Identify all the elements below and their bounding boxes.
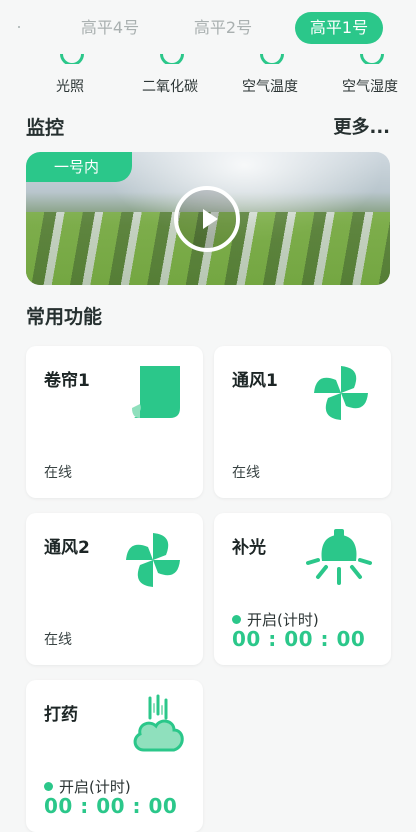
sensor-label: 二氧化碳 <box>142 79 198 95</box>
function-card-grow-light[interactable]: 补光 开启(计时) 00 : 00 : 00 <box>214 513 391 665</box>
card-timer: 00 : 00 : 00 <box>44 794 178 818</box>
card-title: 通风1 <box>232 371 278 391</box>
sensor-air-humidity[interactable]: 空气湿度 <box>318 54 416 96</box>
more-link[interactable]: 更多... <box>333 113 390 139</box>
air-temperature-icon <box>256 54 284 64</box>
function-card-ventilation-1[interactable]: 通风1 在线 <box>214 346 391 498</box>
sensor-label: 空气温度 <box>242 79 298 95</box>
overflow-indicator <box>18 26 20 28</box>
card-timer: 00 : 00 : 00 <box>232 627 366 651</box>
tab-gaoping-2[interactable]: 高平2号 <box>183 12 263 44</box>
camera-video-thumbnail[interactable]: 一号内 <box>26 152 390 285</box>
sensor-label: 空气湿度 <box>342 79 398 95</box>
device-tabs: 高平4号 高平2号 高平1号 <box>0 12 416 46</box>
tab-gaoping-4[interactable]: 高平4号 <box>70 12 150 44</box>
function-card-ventilation-2[interactable]: 通风2 在线 <box>26 513 203 665</box>
sensor-label: 光照 <box>56 79 84 95</box>
roller-blind-icon <box>132 366 180 418</box>
sensor-light[interactable]: 光照 <box>18 54 122 96</box>
card-status: 在线 <box>232 465 260 481</box>
fan-icon <box>126 533 180 587</box>
card-status: 在线 <box>44 632 72 648</box>
sensor-strip: 光照 二氧化碳 空气温度 空气湿度 <box>0 54 416 98</box>
co2-sensor-icon <box>156 54 184 64</box>
light-sensor-icon <box>56 54 84 64</box>
card-title: 通风2 <box>44 538 90 558</box>
card-title: 打药 <box>44 705 78 725</box>
running-dot <box>232 615 241 624</box>
monitor-section-title: 监控 <box>26 117 65 139</box>
function-card-roller-blind-1[interactable]: 卷帘1 在线 <box>26 346 203 498</box>
running-dot <box>44 782 53 791</box>
card-title: 卷帘1 <box>44 371 90 391</box>
play-icon[interactable] <box>174 186 240 252</box>
function-card-spray[interactable]: 打药 开启(计时) 00 : 00 : 00 <box>26 680 203 832</box>
card-status: 在线 <box>44 465 72 481</box>
fan-icon <box>314 366 368 420</box>
spray-icon <box>133 694 184 752</box>
sensor-co2[interactable]: 二氧化碳 <box>118 54 222 96</box>
camera-label-badge: 一号内 <box>26 152 132 182</box>
tab-gaoping-1[interactable]: 高平1号 <box>295 12 383 44</box>
card-title: 补光 <box>232 538 266 558</box>
functions-section-title: 常用功能 <box>26 306 103 328</box>
air-humidity-icon <box>356 54 384 64</box>
grow-light-icon <box>306 529 372 585</box>
sensor-air-temperature[interactable]: 空气温度 <box>218 54 322 96</box>
